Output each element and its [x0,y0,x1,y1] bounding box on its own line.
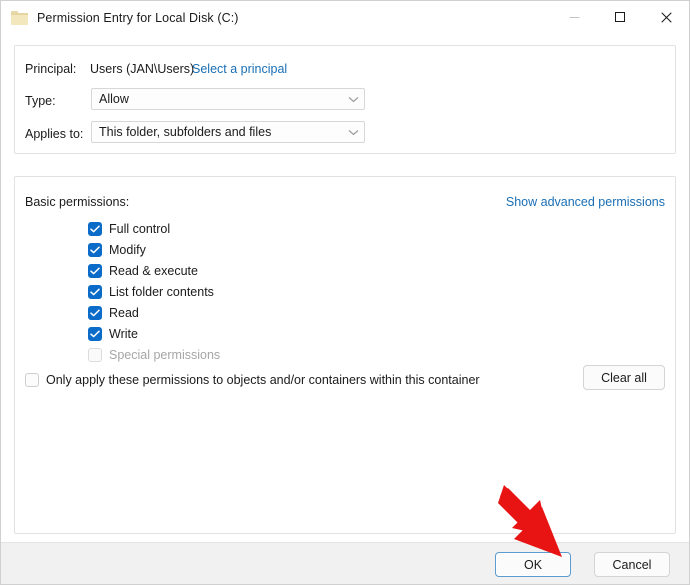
clear-all-button[interactable]: Clear all [583,365,665,390]
permission-label: Write [109,326,138,341]
ok-button[interactable]: OK [495,552,571,577]
applies-to-dropdown[interactable]: This folder, subfolders and files [91,121,365,143]
window-controls [551,1,689,34]
basic-permissions-list: Full control Modify Read & execute List fol… [88,218,388,365]
select-a-principal-link[interactable]: Select a principal [192,62,287,76]
chevron-down-icon [342,122,364,142]
cancel-button[interactable]: Cancel [594,552,670,577]
type-dropdown-value: Allow [99,92,129,106]
close-icon[interactable] [643,1,689,34]
only-apply-label: Only apply these permissions to objects … [46,373,480,387]
maximize-icon[interactable] [597,1,643,34]
permission-label: List folder contents [109,284,214,299]
permission-row[interactable]: Full control [88,218,388,239]
permission-row[interactable]: Write [88,323,388,344]
permission-entry-dialog: Permission Entry for Local Disk (C:) Pri… [0,0,690,585]
window-title: Permission Entry for Local Disk (C:) [37,10,239,25]
permission-checkbox[interactable] [88,305,102,320]
minimize-icon[interactable] [551,1,597,34]
only-apply-row[interactable]: Only apply these permissions to objects … [25,373,480,387]
folder-icon [11,10,28,25]
permission-label: Read & execute [109,263,198,278]
permission-checkbox[interactable] [88,242,102,257]
permission-label: Read [109,305,139,320]
permission-checkbox [88,347,102,362]
show-advanced-permissions-link[interactable]: Show advanced permissions [506,195,665,209]
permissions-group: Basic permissions: Show advanced permiss… [14,176,676,534]
type-dropdown[interactable]: Allow [91,88,365,110]
chevron-down-icon [342,89,364,109]
title-bar: Permission Entry for Local Disk (C:) [1,1,689,34]
permission-checkbox[interactable] [88,221,102,236]
permission-row[interactable]: Read [88,302,388,323]
applies-to-label: Applies to: [25,127,84,141]
permission-row[interactable]: Read & execute [88,260,388,281]
applies-to-dropdown-value: This folder, subfolders and files [99,125,272,139]
permission-label: Special permissions [109,347,221,362]
permission-checkbox[interactable] [88,263,102,278]
type-label: Type: [25,94,56,108]
permission-label: Full control [109,221,171,236]
only-apply-checkbox[interactable] [25,373,39,387]
principal-label: Principal: [25,62,77,76]
dialog-footer: OK Cancel [1,542,689,584]
permission-checkbox[interactable] [88,284,102,299]
permission-row: Special permissions [88,344,388,365]
permission-row[interactable]: Modify [88,239,388,260]
basic-permissions-label: Basic permissions: [25,195,130,209]
principal-value: Users (JAN\Users) [90,62,195,76]
permission-row[interactable]: List folder contents [88,281,388,302]
principal-group: Principal: Users (JAN\Users) Select a pr… [14,45,676,154]
permission-label: Modify [109,242,146,257]
permission-checkbox[interactable] [88,326,102,341]
